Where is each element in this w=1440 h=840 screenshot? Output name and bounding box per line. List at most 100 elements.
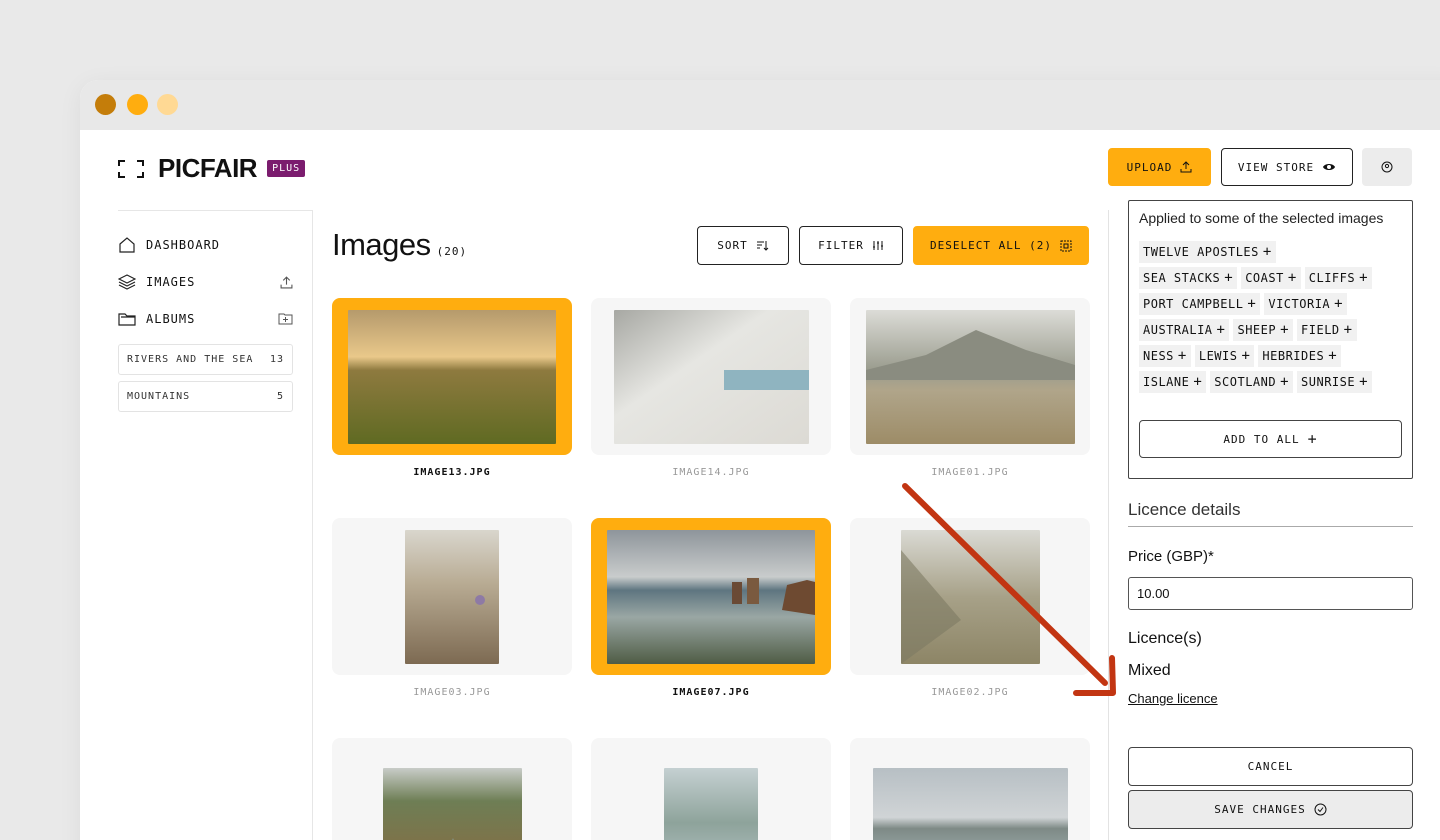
upload-icon[interactable] [280,275,293,289]
account-button[interactable] [1362,148,1412,186]
tag-add-plus-icon[interactable]: + [1344,322,1353,338]
image-thumbnail [382,768,522,840]
cancel-button[interactable]: CANCEL [1128,747,1413,786]
tag-chip[interactable]: SEA STACKS + [1139,267,1238,289]
tag-add-plus-icon[interactable]: + [1334,296,1343,312]
tag-label: HEBRIDES [1262,349,1325,363]
sidebar-item-label: DASHBOARD [146,238,221,252]
licences-label: Licence(s) [1128,630,1202,647]
view-store-label: VIEW STORE [1237,160,1315,174]
price-label: Price (GBP)* [1128,548,1214,565]
tag-chip[interactable]: TWELVE APOSTLES + [1139,241,1276,263]
save-changes-button[interactable]: SAVE CHANGES [1128,790,1413,829]
logo[interactable]: PICFAIR PLUS [118,153,306,184]
app-window: PICFAIR PLUS UPLOAD VIEW STORE DASHBOARD… [80,80,1440,840]
image-card[interactable] [591,738,831,840]
tag-add-plus-icon[interactable]: + [1288,270,1297,286]
change-licence-link[interactable]: Change licence [1128,691,1218,706]
tag-row: PORT CAMPBELL + VICTORIA + [1139,293,1402,319]
filter-button[interactable]: FILTER [799,226,903,265]
tag-add-plus-icon[interactable]: + [1193,374,1202,390]
window-maximize-dot[interactable] [157,94,178,115]
window-close-dot[interactable] [95,94,116,115]
plan-badge: PLUS [267,160,306,177]
tag-chip[interactable]: HEBRIDES + [1258,345,1342,367]
view-store-button[interactable]: VIEW STORE [1221,148,1353,186]
tag-chip[interactable]: SCOTLAND + [1210,371,1294,393]
tag-chip[interactable]: COAST + [1241,267,1301,289]
sidebar-item-albums[interactable]: ALBUMS [118,311,293,326]
sidebar-item-dashboard[interactable]: DASHBOARD [118,237,293,253]
sort-label: SORT [717,239,748,252]
add-to-all-button[interactable]: ADD TO ALL + [1139,420,1402,458]
tag-add-plus-icon[interactable]: + [1224,270,1233,286]
image-thumbnail [348,309,556,444]
tag-add-plus-icon[interactable]: + [1280,374,1289,390]
page-title: Images (20) [332,227,467,263]
image-card[interactable] [850,298,1090,455]
image-card[interactable] [332,738,572,840]
image-card[interactable] [850,738,1090,840]
tag-add-plus-icon[interactable]: + [1359,270,1368,286]
tag-chip[interactable]: ISLANE + [1139,371,1207,393]
tag-chip[interactable]: SUNRISE + [1297,371,1373,393]
image-thumbnail [607,529,815,664]
tag-row: AUSTRALIA + SHEEP + FIELD + [1139,319,1402,345]
tag-label: SEA STACKS [1143,271,1221,285]
tag-add-plus-icon[interactable]: + [1359,374,1368,390]
album-item[interactable]: MOUNTAINS 5 [118,381,293,412]
album-item[interactable]: RIVERS AND THE SEA 13 [118,344,293,375]
sidebar-item-label: ALBUMS [146,311,196,326]
tag-list: TWELVE APOSTLES + SEA STACKS + COAST + CLIFFS +… [1139,241,1402,397]
tag-chip[interactable]: CLIFFS + [1304,267,1373,289]
tag-add-plus-icon[interactable]: + [1263,244,1272,260]
sort-button[interactable]: SORT [697,226,789,265]
home-icon [118,237,136,253]
tag-chip[interactable]: PORT CAMPBELL + [1139,293,1261,315]
tag-add-plus-icon[interactable]: + [1241,348,1250,364]
tag-label: PORT CAMPBELL [1143,297,1244,311]
price-input[interactable]: 10.00 [1128,577,1413,610]
album-name: MOUNTAINS [127,391,191,402]
sidebar-item-images[interactable]: IMAGES [118,274,293,290]
upload-button[interactable]: UPLOAD [1108,148,1211,186]
tag-add-plus-icon[interactable]: + [1328,348,1337,364]
check-circle-icon [1314,803,1327,816]
filter-label: FILTER [818,239,864,252]
tag-chip[interactable]: LEWIS + [1194,345,1255,367]
window-minimize-dot[interactable] [127,94,148,115]
image-card[interactable] [591,518,831,675]
tag-add-plus-icon[interactable]: + [1280,322,1289,338]
image-filename: IMAGE01.JPG [931,467,1009,478]
image-card[interactable] [332,298,572,455]
tag-chip[interactable]: AUSTRALIA + [1139,319,1230,341]
tag-add-plus-icon[interactable]: + [1178,348,1187,364]
tag-add-plus-icon[interactable]: + [1247,296,1256,312]
image-card[interactable] [591,298,831,455]
tag-label: NESS [1143,349,1174,363]
select-frame-icon [1060,240,1072,252]
image-card[interactable] [332,518,572,675]
tag-row: TWELVE APOSTLES + [1139,241,1402,267]
image-card[interactable] [850,518,1090,675]
licences-value: Mixed [1128,662,1171,679]
tag-row: NESS + LEWIS + HEBRIDES + [1139,345,1402,371]
folder-icon [118,311,136,326]
tag-label: SHEEP [1237,323,1277,337]
add-folder-icon[interactable] [278,313,293,325]
tag-chip[interactable]: NESS + [1139,345,1191,367]
image-filename: IMAGE07.JPG [672,687,750,698]
deselect-all-button[interactable]: DESELECT ALL (2) [913,226,1089,265]
album-count: 5 [276,391,284,402]
licence-section-title: Licence details [1128,500,1241,519]
tag-label: ISLANE [1143,375,1190,389]
tag-chip[interactable]: SHEEP + [1233,319,1294,341]
tag-label: SCOTLAND [1214,375,1277,389]
logo-text: PICFAIR [158,153,258,183]
page-title-text: Images [332,227,431,262]
tag-chip[interactable]: FIELD + [1297,319,1357,341]
tag-chip[interactable]: VICTORIA + [1264,293,1348,315]
tag-add-plus-icon[interactable]: + [1217,322,1226,338]
image-filename: IMAGE13.JPG [413,467,491,478]
image-thumbnail [865,309,1075,444]
